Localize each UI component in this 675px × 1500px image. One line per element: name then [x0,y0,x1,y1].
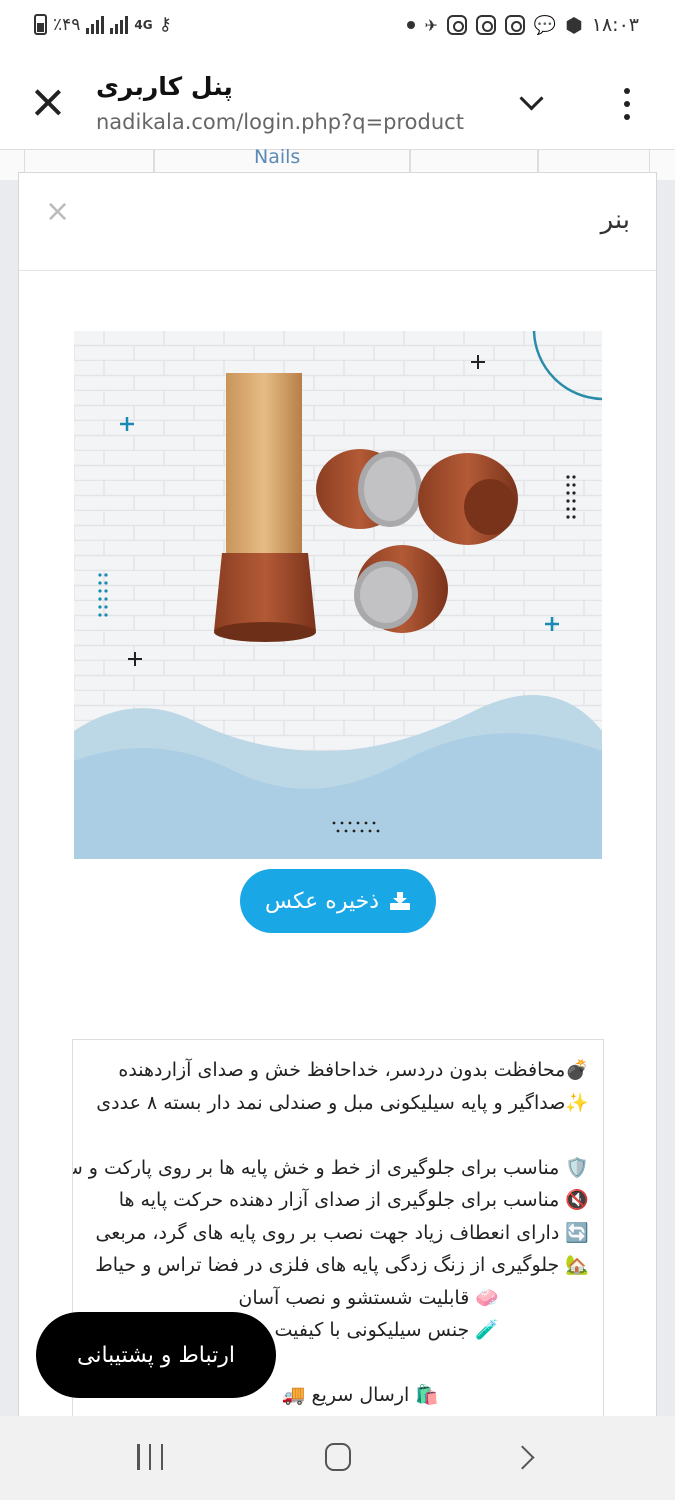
support-button[interactable]: ارتباط و پشتیبانی [36,1312,276,1398]
description-line: 🧼 قابلیت شستشو و نصب آسان [238,1286,499,1309]
modal-close-icon[interactable]: × [45,197,70,227]
hexagon-icon: ⬢ [565,13,583,37]
description-line: ✨صداگیر و پایه سیلیکونی مبل و صندلی نمد … [96,1091,589,1114]
system-nav-bar [0,1416,675,1500]
save-image-label: ذخیره عکس [264,888,380,914]
description-line: 🔇 مناسب برای جلوگیری از صدای آزار دهنده … [118,1189,589,1211]
page-title: پنل کاربری [96,72,233,101]
description-line: 🏡 جلوگیری از زنگ زدگی پایه های فلزی در ف… [95,1254,589,1276]
description-line: 🔄 دارای انعطاف زیاد جهت نصب بر روی پایه … [95,1221,589,1244]
modal-header: بنر × [19,173,656,271]
network-type: 4G [134,17,153,32]
app-notification-icon: ✈ [424,15,438,35]
close-tab-icon[interactable] [28,84,68,124]
status-left: ٪۴۹ 4G ⚷ [34,14,172,35]
instagram-icon [446,15,467,35]
signal-icon-2 [110,15,129,34]
save-image-button[interactable]: ذخیره عکس [240,869,436,933]
status-time: ۱۸:۰۳ [591,14,639,36]
status-right: ✈ 💬 ⬢ ۱۸:۰۳ [407,13,639,37]
signal-icon [86,15,105,34]
home-icon[interactable] [325,1443,351,1471]
banner-image [74,331,602,859]
url-text[interactable]: nadikala.com/login.php?q=product [96,110,464,134]
recent-apps-icon[interactable] [137,1444,163,1470]
instagram-icon-2 [475,15,496,35]
description-line [73,1119,589,1152]
background-cell-text: Nails [254,146,301,168]
back-icon[interactable] [514,1444,540,1472]
notification-dot-icon [407,21,416,29]
key-icon: ⚷ [158,14,172,35]
battery-level: ٪۴۹ [53,14,81,35]
browser-toolbar: پنل کاربری nadikala.com/login.php?q=prod… [0,54,675,150]
chat-icon: 💬 [533,14,557,36]
more-options-icon[interactable] [622,88,632,120]
modal-title: بنر [600,205,630,235]
battery-icon [34,14,47,35]
description-line: 🛡️ مناسب برای جلوگیری از خط و خش پایه ها… [72,1156,589,1179]
download-icon [390,892,411,910]
description-line: 💣محافظت بدون دردسر، خداحافظ خش و صدای آز… [118,1059,589,1081]
status-bar: ٪۴۹ 4G ⚷ ✈ 💬 ⬢ ۱۸:۰۳ [0,0,675,54]
instagram-icon-3 [504,15,525,35]
banner-modal: بنر × ذخیره عکس 💣محافظت بدون دردسر، خداح… [18,172,657,1439]
chevron-down-icon[interactable] [519,90,545,116]
